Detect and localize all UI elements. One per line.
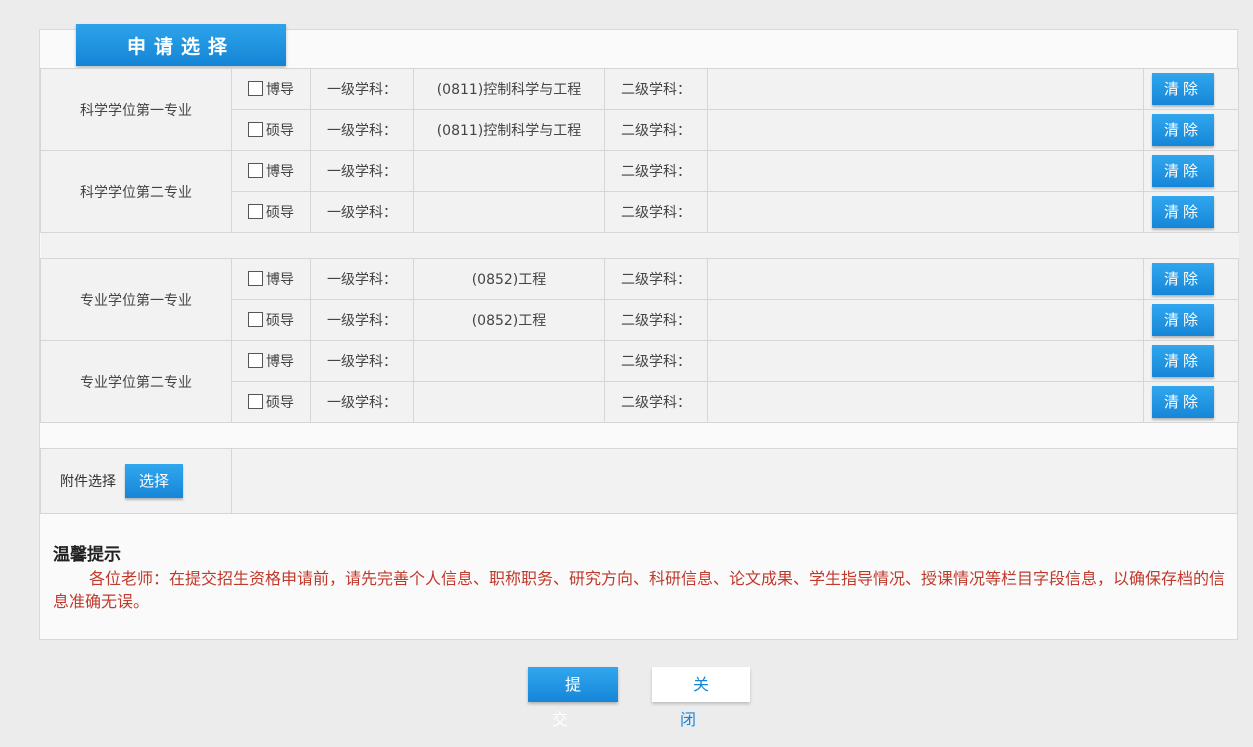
table-row: 专业学位第一专业 博导 一级学科： (0852)工程 二级学科： 清除 xyxy=(40,258,1239,341)
checkbox-box[interactable] xyxy=(248,81,263,96)
clear-button[interactable]: 清除 xyxy=(1152,73,1214,105)
clear-button[interactable]: 清除 xyxy=(1152,155,1214,187)
field1-value: (0852)工程 xyxy=(413,299,605,341)
divider-cell xyxy=(40,232,1239,259)
type-checkbox[interactable]: 硕导 xyxy=(231,299,311,341)
group-label: 专业学位第一专业 xyxy=(40,258,232,341)
clear-cell: 清除 xyxy=(1143,299,1239,341)
field1-value: (0811)控制科学与工程 xyxy=(413,68,605,110)
tips-section: 温馨提示 各位老师：在提交招生资格申请前，请先完善个人信息、职称职务、研究方向、… xyxy=(53,540,1233,613)
field1-value: (0852)工程 xyxy=(413,258,605,300)
type-checkbox[interactable]: 硕导 xyxy=(231,381,311,423)
field2-value xyxy=(707,68,1144,110)
field2-label: 二级学科： xyxy=(604,299,708,341)
type-checkbox[interactable]: 硕导 xyxy=(231,191,311,233)
field2-value xyxy=(707,109,1144,151)
field1-label: 一级学科： xyxy=(310,150,414,192)
field2-label: 二级学科： xyxy=(604,109,708,151)
clear-cell: 清除 xyxy=(1143,381,1239,423)
field1-value xyxy=(413,340,605,382)
clear-cell: 清除 xyxy=(1143,340,1239,382)
select-attachment-button[interactable]: 选择 xyxy=(125,464,183,498)
field1-label: 一级学科： xyxy=(310,191,414,233)
clear-button[interactable]: 清除 xyxy=(1152,196,1214,228)
application-table: 科学学位第一专业 博导 一级学科： (0811)控制科学与工程 二级学科： 清除… xyxy=(40,68,1239,423)
type-checkbox[interactable]: 硕导 xyxy=(231,109,311,151)
checkbox-box[interactable] xyxy=(248,394,263,409)
field2-label: 二级学科： xyxy=(604,191,708,233)
field2-value xyxy=(707,150,1144,192)
group-label: 专业学位第二专业 xyxy=(40,340,232,423)
group-label: 科学学位第二专业 xyxy=(40,150,232,233)
field1-value: (0811)控制科学与工程 xyxy=(413,109,605,151)
group-label: 科学学位第一专业 xyxy=(40,68,232,151)
type-checkbox[interactable]: 博导 xyxy=(231,68,311,110)
type-checkbox[interactable]: 博导 xyxy=(231,258,311,300)
attachment-label: 附件选择 xyxy=(60,474,116,490)
field2-label: 二级学科： xyxy=(604,68,708,110)
checkbox-box[interactable] xyxy=(248,204,263,219)
field1-value xyxy=(413,381,605,423)
table-row: 专业学位第二专业 博导 一级学科： 二级学科： 清除 xyxy=(40,340,1239,423)
field2-label: 二级学科： xyxy=(604,150,708,192)
checkbox-box[interactable] xyxy=(248,122,263,137)
field1-value xyxy=(413,150,605,192)
clear-button[interactable]: 清除 xyxy=(1152,263,1214,295)
type-checkbox[interactable]: 博导 xyxy=(231,340,311,382)
field2-label: 二级学科： xyxy=(604,381,708,423)
field1-label: 一级学科： xyxy=(310,68,414,110)
clear-cell: 清除 xyxy=(1143,68,1239,110)
type-label: 博导 xyxy=(266,272,294,288)
field1-value xyxy=(413,191,605,233)
field2-label: 二级学科： xyxy=(604,258,708,300)
field1-label: 一级学科： xyxy=(310,381,414,423)
type-label: 博导 xyxy=(266,354,294,370)
field2-value xyxy=(707,299,1144,341)
field2-value xyxy=(707,258,1144,300)
field1-label: 一级学科： xyxy=(310,258,414,300)
type-label: 硕导 xyxy=(266,313,294,329)
field2-value xyxy=(707,340,1144,382)
tips-title: 温馨提示 xyxy=(53,545,121,565)
section-divider xyxy=(40,232,1239,259)
clear-button[interactable]: 清除 xyxy=(1152,304,1214,336)
attachment-row: 附件选择 选择 xyxy=(40,448,1238,514)
checkbox-box[interactable] xyxy=(248,353,263,368)
clear-button[interactable]: 清除 xyxy=(1152,345,1214,377)
submit-button[interactable]: 提交 xyxy=(528,667,618,729)
clear-cell: 清除 xyxy=(1143,150,1239,192)
table-row: 科学学位第二专业 博导 一级学科： 二级学科： 清除 xyxy=(40,150,1239,233)
field1-label: 一级学科： xyxy=(310,340,414,382)
checkbox-box[interactable] xyxy=(248,312,263,327)
clear-cell: 清除 xyxy=(1143,191,1239,233)
tips-body: 各位老师：在提交招生资格申请前，请先完善个人信息、职称职务、研究方向、科研信息、… xyxy=(53,569,1226,611)
clear-button[interactable]: 清除 xyxy=(1152,114,1214,146)
clear-cell: 清除 xyxy=(1143,258,1239,300)
table-row: 科学学位第一专业 博导 一级学科： (0811)控制科学与工程 二级学科： 清除 xyxy=(40,68,1239,151)
type-label: 博导 xyxy=(266,164,294,180)
clear-button[interactable]: 清除 xyxy=(1152,386,1214,418)
field2-value xyxy=(707,191,1144,233)
field1-label: 一级学科： xyxy=(310,109,414,151)
checkbox-box[interactable] xyxy=(248,271,263,286)
type-checkbox[interactable]: 博导 xyxy=(231,150,311,192)
field2-value xyxy=(707,381,1144,423)
close-button[interactable]: 关闭 xyxy=(652,667,750,729)
type-label: 硕导 xyxy=(266,395,294,411)
attachment-label-cell: 附件选择 选择 xyxy=(41,449,232,513)
panel-title: 申请选择 xyxy=(76,24,286,66)
type-label: 博导 xyxy=(266,82,294,98)
checkbox-box[interactable] xyxy=(248,163,263,178)
field2-label: 二级学科： xyxy=(604,340,708,382)
type-label: 硕导 xyxy=(266,205,294,221)
clear-cell: 清除 xyxy=(1143,109,1239,151)
field1-label: 一级学科： xyxy=(310,299,414,341)
type-label: 硕导 xyxy=(266,123,294,139)
